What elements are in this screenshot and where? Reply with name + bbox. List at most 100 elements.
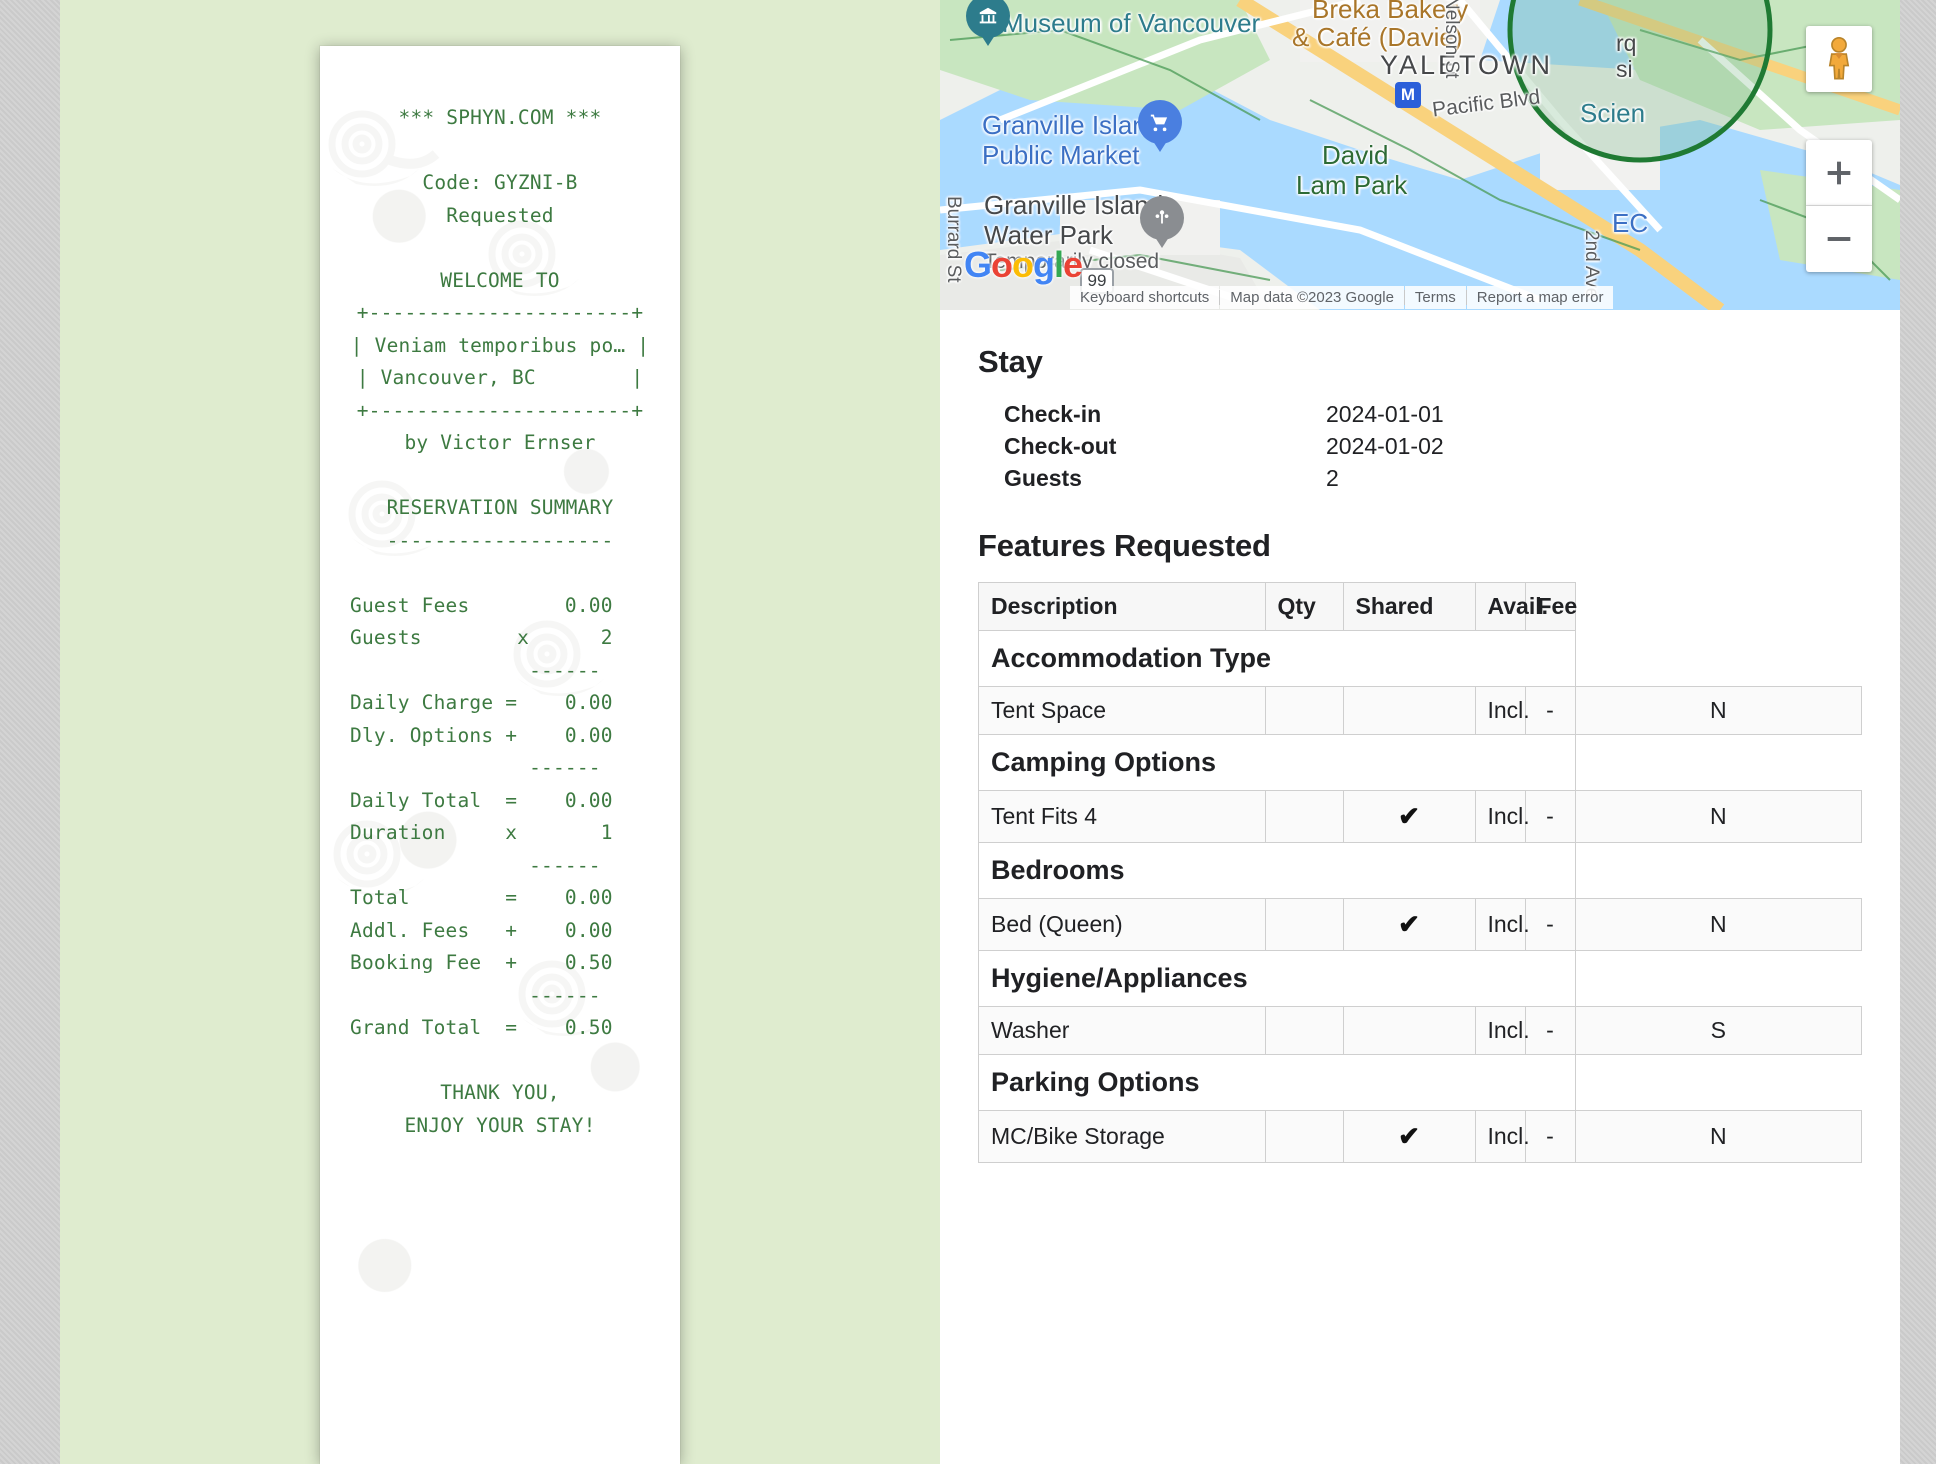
receipt-line: Requested: [446, 203, 554, 227]
features-group-row: Accommodation Type: [978, 630, 1862, 687]
features-column-header: Shared: [1342, 582, 1476, 631]
feature-shared: [1342, 1006, 1476, 1055]
terms-link[interactable]: Terms: [1404, 285, 1466, 309]
receipt-line: THANK YOU,: [440, 1081, 560, 1104]
feature-availability: Incl.: [1474, 1006, 1530, 1055]
map-canvas[interactable]: [940, 0, 1900, 310]
zoom-in-button[interactable]: [1806, 140, 1872, 206]
map-widget[interactable]: Museum of Vancouver Breka Bakery & Café …: [940, 0, 1900, 310]
receipt-line: Code: GYZNI-B: [422, 171, 578, 194]
stay-row: Check-in 2024-01-01: [978, 398, 1862, 430]
keyboard-shortcuts-link[interactable]: Keyboard shortcuts: [1070, 285, 1220, 309]
map-data-text: Map data ©2023 Google: [1220, 285, 1404, 309]
map-metro-badge: M: [1395, 82, 1421, 108]
stay-title: Stay: [978, 344, 1043, 379]
receipt-line: | Vancouver, BC |: [356, 366, 644, 389]
features-table: Description Qty Shared Avail. Fee Accommodat…: [978, 582, 1862, 1163]
feature-description: MC/Bike Storage: [978, 1110, 1266, 1163]
map-pin-public-market[interactable]: [1138, 100, 1182, 158]
features-table-body: Accommodation Type Tent Space Incl. - N Campi…: [978, 630, 1862, 1163]
pegman-icon: [1828, 36, 1850, 80]
map-attribution-bar: Keyboard shortcuts Map data ©2023 Google…: [940, 284, 1900, 310]
features-group-row: Parking Options: [978, 1054, 1862, 1111]
receipt-line: Booking Fee + 0.50: [350, 951, 613, 974]
left-edge-gutter: [0, 0, 60, 1464]
features-group-label: Parking Options: [978, 1054, 1576, 1111]
receipt-line: Total = 0.00: [350, 886, 613, 909]
zoom-out-button[interactable]: [1806, 206, 1872, 272]
map-pin-water-park[interactable]: [1140, 196, 1184, 254]
features-item-row: Bed (Queen) ✔ Incl. - N: [978, 898, 1862, 951]
feature-qty: [1264, 686, 1344, 735]
feature-availability-label: Incl.: [1487, 1123, 1530, 1149]
features-group-label: Bedrooms: [978, 842, 1576, 899]
stay-row-label: Guests: [1004, 465, 1082, 491]
stay-rows: Check-in 2024-01-01 Check-out 2024-01-02 Gue…: [978, 398, 1862, 494]
feature-qty: [1264, 790, 1344, 843]
features-group-label: Accommodation Type: [978, 630, 1576, 687]
features-group-label: Hygiene/Appliances: [978, 950, 1576, 1007]
feature-description: Tent Space: [978, 686, 1266, 735]
features-group-row: Bedrooms: [978, 842, 1862, 899]
receipt-line: RESERVATION SUMMARY: [386, 496, 614, 519]
feature-availability: Incl.: [1474, 686, 1530, 735]
receipt-line: Duration x 1: [350, 821, 613, 844]
right-edge-gutter: [1900, 0, 1936, 1464]
receipt-line: Daily Total = 0.00: [350, 788, 613, 812]
receipt-line: | Veniam temporibus po… |: [350, 333, 650, 357]
features-table-header-row: Description Qty Shared Avail. Fee: [978, 582, 1862, 631]
feature-fee-flag: S: [1574, 1006, 1862, 1055]
feature-fee-flag: N: [1574, 790, 1862, 843]
google-logo: Google: [964, 244, 1083, 285]
receipt-line: +----------------------+: [356, 301, 644, 324]
features-item-row: Tent Fits 4 ✔ Incl. - N: [978, 790, 1862, 843]
map-pin-museum[interactable]: [966, 0, 1010, 52]
receipt-blank-line: [320, 232, 680, 265]
stay-section: Stay Check-in 2024-01-01 Check-out 2024-01-…: [940, 344, 1900, 494]
features-column-header: Description: [978, 582, 1266, 631]
feature-availability-label: Incl.: [1487, 911, 1530, 937]
receipt-line: Daily Charge = 0.00: [350, 691, 613, 714]
feature-shared-check-icon: ✔: [1342, 1110, 1476, 1163]
reservation-detail-panel: Museum of Vancouver Breka Bakery & Café …: [940, 0, 1900, 1464]
receipt-line: ------: [350, 983, 601, 1007]
receipt-line: WELCOME TO: [440, 268, 560, 292]
feature-availability-label: Incl.: [1487, 697, 1530, 723]
receipt-line: Dly. Options + 0.00: [350, 723, 613, 747]
feature-fee-flag: N: [1574, 898, 1862, 951]
feature-description: Washer: [978, 1006, 1266, 1055]
feature-availability-label: Incl.: [1487, 803, 1530, 829]
receipt-line: Guests x 2: [350, 626, 613, 649]
stay-row-label: Check-out: [1004, 433, 1117, 459]
stay-row-value: 2: [1326, 465, 1339, 491]
feature-description: Bed (Queen): [978, 898, 1266, 951]
receipt-line: ------: [350, 756, 601, 779]
receipt-stage: *** SPHYN.COM *** Code: GYZNI-B Requested W…: [60, 0, 940, 1464]
feature-qty: [1264, 1110, 1344, 1163]
features-group-label: Camping Options: [978, 734, 1576, 791]
feature-avail-flag: -: [1524, 898, 1576, 951]
report-map-error-link[interactable]: Report a map error: [1466, 285, 1614, 309]
feature-availability: Incl.: [1474, 898, 1530, 951]
receipt-line: ------: [350, 853, 601, 877]
features-column-header: Qty: [1264, 582, 1344, 631]
feature-qty: [1264, 1006, 1344, 1055]
features-group-row: Hygiene/Appliances: [978, 950, 1862, 1007]
receipt-blank-line: [320, 460, 680, 493]
receipt-blank-line: [320, 135, 680, 168]
receipt-paper: *** SPHYN.COM *** Code: GYZNI-B Requested W…: [320, 46, 680, 1464]
receipt-line: by Victor Ernser: [404, 431, 596, 454]
feature-avail-flag: -: [1524, 1006, 1576, 1055]
receipt-line: -------------------: [386, 528, 614, 552]
receipt-line: ENJOY YOUR STAY!: [404, 1113, 596, 1137]
feature-description: Tent Fits 4: [978, 790, 1266, 843]
features-item-row: MC/Bike Storage ✔ Incl. - N: [978, 1110, 1862, 1163]
receipt-panel: *** SPHYN.COM *** Code: GYZNI-B Requested W…: [60, 0, 940, 1464]
feature-availability: Incl.: [1474, 1110, 1530, 1163]
street-view-pegman-button[interactable]: [1806, 26, 1872, 92]
feature-fee-flag: N: [1574, 686, 1862, 735]
features-title: Features Requested: [978, 528, 1271, 563]
receipt-blank-line: [320, 557, 680, 590]
feature-avail-flag: -: [1524, 790, 1576, 843]
feature-fee-flag: N: [1574, 1110, 1862, 1163]
